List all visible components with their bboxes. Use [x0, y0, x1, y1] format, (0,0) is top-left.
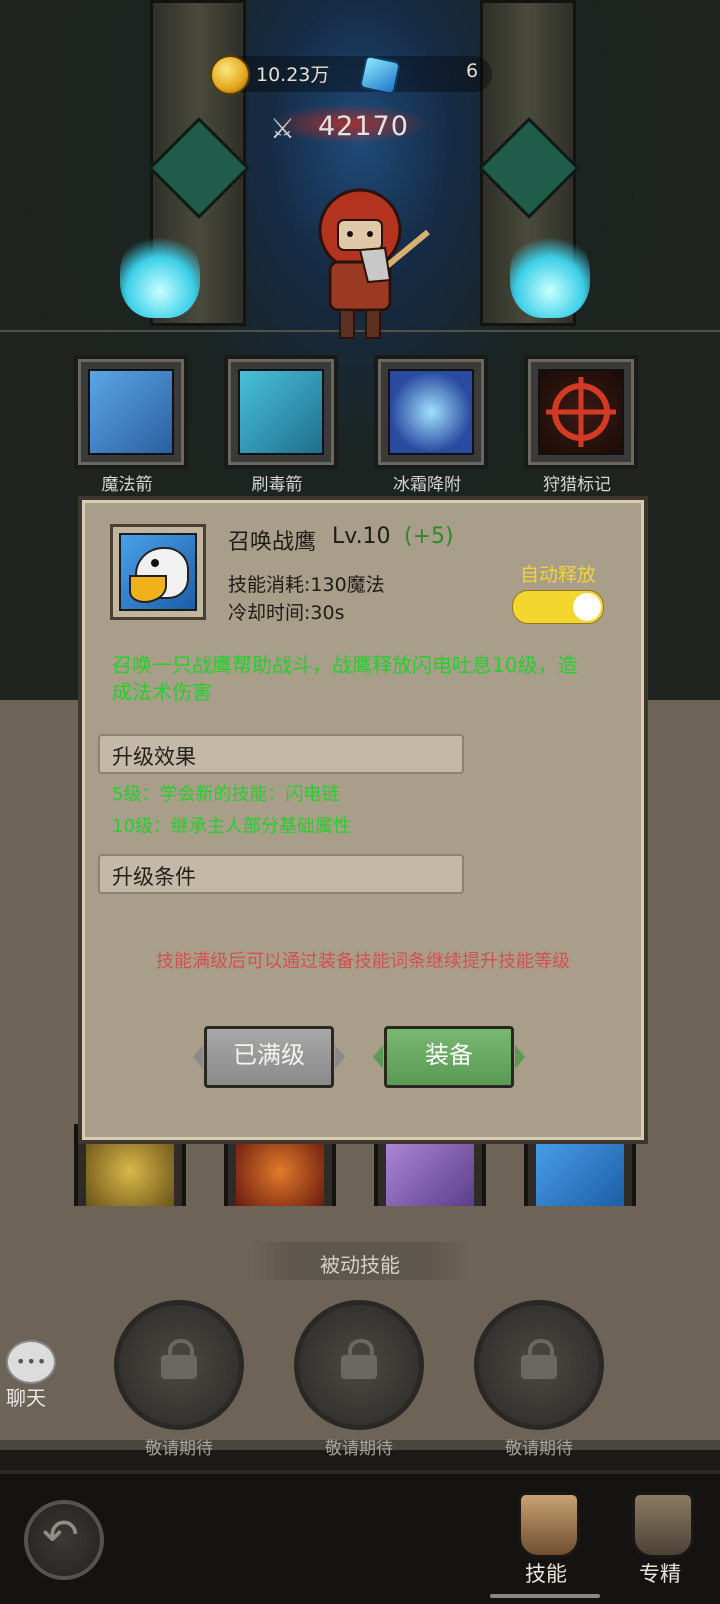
- crossed-swords-icon: ⚔: [270, 112, 296, 145]
- chat-label[interactable]: 聊天: [6, 1382, 46, 1411]
- back-arrow-icon: ↶: [42, 1510, 79, 1561]
- lock-icon: [521, 1339, 557, 1379]
- upgrade-conditions-title: 升级条件: [112, 865, 196, 889]
- back-button[interactable]: ↶: [24, 1500, 104, 1580]
- skill-cooldown: 冷却时间:30s: [228, 602, 345, 624]
- effect-line: 5级：学会新的技能：闪电链: [112, 784, 340, 805]
- skill-icon-frame: [110, 524, 206, 620]
- upgrade-effects-header: 升级效果: [98, 734, 464, 774]
- home-indicator: [490, 1594, 600, 1598]
- frost-crystal-icon: [388, 369, 474, 455]
- passive-skills-title: 被动技能: [320, 1253, 400, 1277]
- hero-character: [318, 188, 430, 339]
- coin-amount: 10.23万: [256, 64, 330, 86]
- lock-icon: [341, 1339, 377, 1379]
- tab-mastery[interactable]: 专精: [610, 1492, 710, 1590]
- maxed-button[interactable]: 已满级: [193, 1026, 345, 1088]
- blue-flame-left: [120, 228, 200, 318]
- skill-level: Lv.10: [332, 524, 391, 549]
- passive-slot-label: 敬请期待: [145, 1439, 213, 1459]
- gem-amount: 6: [466, 60, 479, 82]
- skill-label: 刷毒箭: [251, 475, 303, 495]
- skill-name: 召唤战鹰: [228, 530, 317, 555]
- max-level-note: 技能满级后可以通过装备技能词条继续提升技能等级: [156, 951, 570, 972]
- tab-label: 专精: [639, 1562, 681, 1586]
- skill-slot-hunt-mark[interactable]: [524, 355, 638, 469]
- upgrade-conditions-header: 升级条件: [98, 854, 464, 894]
- eagle-icon: [536, 1136, 624, 1206]
- skill-slot-magic-arrow[interactable]: [74, 355, 188, 469]
- lock-icon: [161, 1339, 197, 1379]
- upgrade-effects-title: 升级效果: [112, 745, 196, 769]
- tab-skills[interactable]: 技能: [496, 1492, 596, 1590]
- skill-slot-poison-arrow[interactable]: [224, 355, 338, 469]
- passive-slot-locked[interactable]: [294, 1300, 424, 1430]
- magic-arrow-icon: [88, 369, 174, 455]
- skill-detail-dialog: 召唤战鹰 Lv.10 (+5) 技能消耗:130魔法 冷却时间:30s 自动释放…: [78, 496, 648, 1144]
- poison-arrow-icon: [238, 369, 324, 455]
- combat-power: 42170: [318, 111, 409, 142]
- skill-slot-frost[interactable]: [374, 355, 488, 469]
- auto-cast-label: 自动释放: [520, 564, 597, 586]
- gold-coin-icon: [210, 55, 250, 95]
- effect-line: 10级：继承主人部分基础属性: [112, 816, 351, 837]
- skills-tab-icon: [518, 1492, 580, 1558]
- mastery-tab-icon: [632, 1492, 694, 1558]
- toggle-knob: [573, 593, 601, 621]
- passive-slot-label: 敬请期待: [505, 1439, 573, 1459]
- skill-label: 冰霜降附: [393, 475, 461, 495]
- skill-cost: 技能消耗:130魔法: [228, 574, 385, 596]
- currency-bar: [212, 56, 492, 92]
- skill-description: 召唤一只战鹰帮助战斗，战鹰释放闪电吐息10级，造成法术伤害: [112, 653, 578, 704]
- passive-slot-label: 敬请期待: [325, 1439, 393, 1459]
- blue-flame-right: [510, 228, 590, 318]
- equip-button[interactable]: 装备: [373, 1026, 525, 1088]
- auto-cast-toggle[interactable]: [512, 590, 604, 624]
- chat-button[interactable]: •••: [6, 1340, 56, 1384]
- skill-label: 魔法箭: [101, 475, 153, 495]
- skill-label: 狩猎标记: [543, 475, 611, 495]
- gem-icon: [358, 54, 402, 96]
- passive-slot-locked[interactable]: [474, 1300, 604, 1430]
- bat-icon: [386, 1136, 474, 1206]
- gold-armor-icon: [86, 1136, 174, 1206]
- skill-level-bonus: (+5): [404, 524, 454, 549]
- eagle-skill-icon: [119, 533, 197, 611]
- beast-rage-icon: [236, 1136, 324, 1206]
- target-mark-icon: [538, 369, 624, 455]
- chat-bubble-icon: •••: [16, 1352, 48, 1371]
- passive-slot-locked[interactable]: [114, 1300, 244, 1430]
- tab-label: 技能: [525, 1562, 567, 1586]
